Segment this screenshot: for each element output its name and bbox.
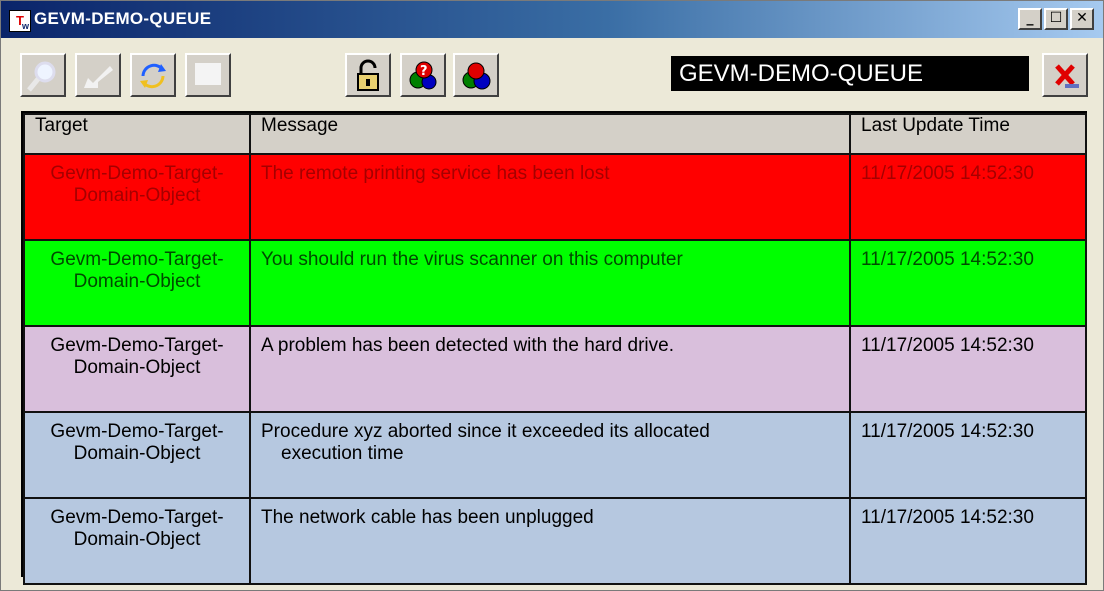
- target-cell: Gevm-Demo-Target-Domain-Object: [23, 497, 251, 585]
- table-row[interactable]: Gevm-Demo-Target-Domain-Object Procedure…: [23, 411, 1087, 499]
- color-balls-icon: [462, 62, 491, 90]
- column-header-target[interactable]: Target: [23, 113, 251, 155]
- blank-button[interactable]: [185, 53, 231, 97]
- table-row[interactable]: Gevm-Demo-Target-Domain-Object The netwo…: [23, 497, 1087, 585]
- message-cell: A problem has been detected with the har…: [249, 325, 851, 413]
- time-cell: 11/17/2005 14:52:30: [849, 497, 1087, 585]
- message-continuation: execution time: [281, 443, 404, 464]
- target-cell: Gevm-Demo-Target-Domain-Object: [23, 411, 251, 499]
- refresh-icon: [140, 63, 166, 89]
- column-header-message[interactable]: Message: [249, 113, 851, 155]
- time-cell: 11/17/2005 14:52:30: [849, 411, 1087, 499]
- table-row[interactable]: Gevm-Demo-Target-Domain-Object You shoul…: [23, 239, 1087, 327]
- app-icon[interactable]: Tw: [9, 10, 31, 32]
- target-help-icon: ?: [409, 61, 437, 90]
- close-queue-button[interactable]: [1042, 53, 1088, 97]
- header-row: Target Message Last Update Time: [23, 113, 1087, 155]
- blank-icon: [195, 63, 221, 85]
- close-button[interactable]: ✕: [1070, 8, 1094, 30]
- time-cell: 11/17/2005 14:52:30: [849, 153, 1087, 241]
- back-button[interactable]: [75, 53, 121, 97]
- search-button[interactable]: [20, 53, 66, 97]
- message-cell: The remote printing service has been los…: [249, 153, 851, 241]
- color-balls-button[interactable]: [453, 53, 499, 97]
- column-header-time[interactable]: Last Update Time: [849, 113, 1087, 155]
- message-table: Target Message Last Update Time Gevm-Dem…: [21, 111, 1087, 585]
- message-cell: Procedure xyz aborted since it exceeded …: [249, 411, 851, 499]
- message-cell: You should run the virus scanner on this…: [249, 239, 851, 327]
- refresh-button[interactable]: [130, 53, 176, 97]
- lock-icon: [357, 59, 379, 91]
- table-row[interactable]: Gevm-Demo-Target-Domain-Object The remot…: [23, 153, 1087, 241]
- red-x-icon: [1055, 64, 1079, 88]
- svg-text:?: ?: [420, 64, 428, 79]
- target-cell: Gevm-Demo-Target-Domain-Object: [23, 325, 251, 413]
- window-title: GEVM-DEMO-QUEUE: [34, 9, 212, 28]
- magnifier-icon: [27, 61, 56, 92]
- time-cell: 11/17/2005 14:52:30: [849, 325, 1087, 413]
- arrow-back-icon: [84, 66, 113, 88]
- title-bar[interactable]: Tw GEVM-DEMO-QUEUE _ ☐ ✕: [1, 1, 1103, 38]
- lock-button[interactable]: [345, 53, 391, 97]
- maximize-button[interactable]: ☐: [1044, 8, 1068, 30]
- queue-name-display: GEVM-DEMO-QUEUE: [671, 56, 1029, 91]
- toolbar: ? GEVM-DEMO-QUEUE: [1, 38, 1103, 106]
- target-help-button[interactable]: ?: [400, 53, 446, 97]
- time-cell: 11/17/2005 14:52:30: [849, 239, 1087, 327]
- message-cell: The network cable has been unplugged: [249, 497, 851, 585]
- minimize-button[interactable]: _: [1018, 8, 1042, 30]
- target-cell: Gevm-Demo-Target-Domain-Object: [23, 239, 251, 327]
- table-row[interactable]: Gevm-Demo-Target-Domain-Object A problem…: [23, 325, 1087, 413]
- queue-window: Tw GEVM-DEMO-QUEUE _ ☐ ✕ ? GEVM-DEMO-QUE…: [0, 0, 1104, 591]
- target-cell: Gevm-Demo-Target-Domain-Object: [23, 153, 251, 241]
